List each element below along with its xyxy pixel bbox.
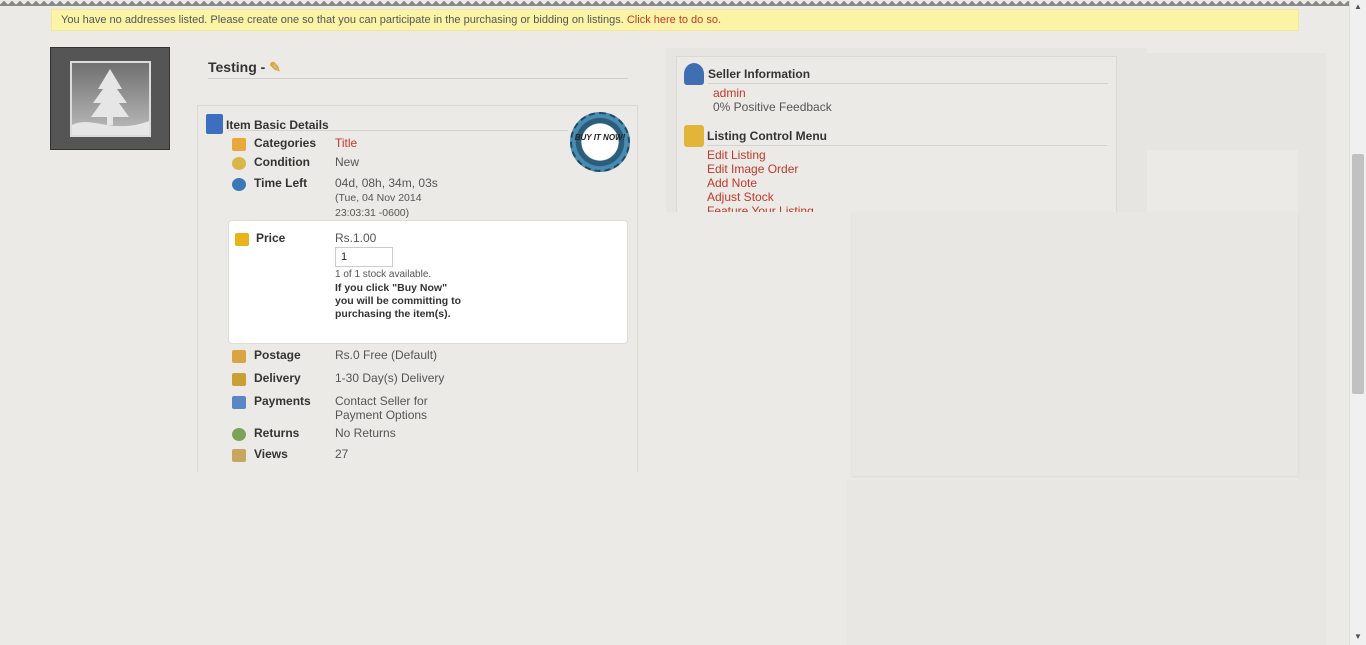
document-icon bbox=[206, 114, 223, 134]
sidebar-box: Seller Information admin 0% Positive Fee… bbox=[676, 56, 1117, 212]
price-box: Price Rs.1.00 1 of 1 stock available. If… bbox=[228, 220, 628, 344]
add-note-link[interactable]: Add Note bbox=[707, 176, 757, 190]
pencil-icon[interactable]: ✎ bbox=[269, 59, 281, 75]
divider bbox=[228, 130, 568, 131]
empty-panel bbox=[852, 212, 1298, 476]
edit-image-order-link[interactable]: Edit Image Order bbox=[707, 162, 798, 176]
seller-name-link[interactable]: admin bbox=[713, 86, 746, 100]
categories-label: Categories bbox=[254, 136, 317, 150]
details-heading: Item Basic Details bbox=[206, 114, 329, 134]
address-notice: You have no addresses listed. Please cre… bbox=[51, 9, 1299, 31]
divider bbox=[708, 83, 1108, 84]
time-left-label: Time Left bbox=[254, 176, 308, 190]
create-address-link[interactable]: Click here to do so. bbox=[627, 14, 721, 26]
divider bbox=[707, 145, 1107, 146]
folder-icon bbox=[232, 138, 246, 151]
credit-card-icon bbox=[232, 396, 246, 409]
item-basic-details: Item Basic Details BUY IT NOW! Categorie… bbox=[197, 105, 638, 472]
listing-title: Testing - ✎ bbox=[208, 59, 628, 79]
views-icon bbox=[232, 449, 246, 462]
seller-feedback: 0% Positive Feedback bbox=[713, 100, 832, 114]
user-icon bbox=[684, 63, 704, 85]
placeholder-image-icon bbox=[70, 61, 151, 137]
price-label: Price bbox=[256, 231, 286, 245]
postage-label: Postage bbox=[254, 348, 301, 362]
end-date-line2: 23:03:31 -0600) bbox=[335, 207, 410, 219]
scroll-down-icon[interactable]: ▼ bbox=[1354, 632, 1362, 641]
payments-value-line1: Contact Seller for bbox=[335, 394, 428, 408]
empty-panel bbox=[846, 480, 1326, 645]
buy-it-now-badge: BUY IT NOW! bbox=[570, 112, 630, 172]
scrollbar-thumb[interactable] bbox=[1352, 154, 1364, 394]
delivery-value: 1-30 Day(s) Delivery bbox=[335, 371, 445, 385]
views-label: Views bbox=[254, 447, 288, 461]
sidebar: Seller Information admin 0% Positive Fee… bbox=[666, 48, 1147, 212]
adjust-stock-link[interactable]: Adjust Stock bbox=[707, 190, 774, 204]
postage-icon bbox=[232, 350, 246, 363]
price-value: Rs.1.00 bbox=[335, 231, 377, 245]
globe-icon bbox=[232, 178, 246, 191]
payments-label: Payments bbox=[254, 394, 311, 408]
payments-value: Contact Seller for Payment Options bbox=[335, 394, 535, 422]
empty-panel bbox=[1147, 53, 1326, 150]
returns-icon bbox=[232, 428, 246, 441]
empty-panel bbox=[1298, 150, 1326, 480]
postage-value: Rs.0 Free (Default) bbox=[335, 348, 438, 362]
price-tag-icon bbox=[235, 233, 249, 246]
truck-icon bbox=[232, 373, 246, 386]
scroll-up-icon[interactable]: ▲ bbox=[1354, 2, 1362, 11]
lock-icon bbox=[684, 125, 704, 147]
control-menu-heading: Listing Control Menu bbox=[707, 129, 827, 143]
payments-value-line2: Payment Options bbox=[335, 408, 428, 422]
condition-icon bbox=[232, 157, 246, 170]
condition-value: New bbox=[335, 155, 360, 169]
views-value: 27 bbox=[335, 447, 349, 461]
feature-listing-link[interactable]: Feature Your Listing bbox=[707, 204, 814, 212]
countdown: 04d, 08h, 34m, 03s bbox=[335, 176, 438, 190]
returns-label: Returns bbox=[254, 426, 300, 440]
vertical-scrollbar[interactable]: ▲ ▼ bbox=[1349, 0, 1366, 645]
buy-now-warning: If you click "Buy Now" you will be commi… bbox=[335, 282, 461, 320]
listing-title-text: Testing - bbox=[208, 59, 266, 75]
time-left-value: 04d, 08h, 34m, 03s (Tue, 04 Nov 2014 23:… bbox=[335, 176, 535, 220]
stock-available: 1 of 1 stock available. bbox=[335, 269, 432, 280]
end-date-line1: (Tue, 04 Nov 2014 bbox=[335, 192, 422, 204]
edit-listing-link[interactable]: Edit Listing bbox=[707, 148, 766, 162]
seller-info-heading: Seller Information bbox=[708, 67, 811, 81]
delivery-label: Delivery bbox=[254, 371, 301, 385]
quantity-input[interactable] bbox=[335, 247, 393, 267]
returns-value: No Returns bbox=[335, 426, 396, 440]
top-border bbox=[0, 0, 1366, 6]
listing-image[interactable] bbox=[50, 47, 170, 150]
condition-label: Condition bbox=[254, 155, 310, 169]
notice-text: You have no addresses listed. Please cre… bbox=[61, 14, 627, 26]
category-link[interactable]: Title bbox=[335, 136, 535, 150]
